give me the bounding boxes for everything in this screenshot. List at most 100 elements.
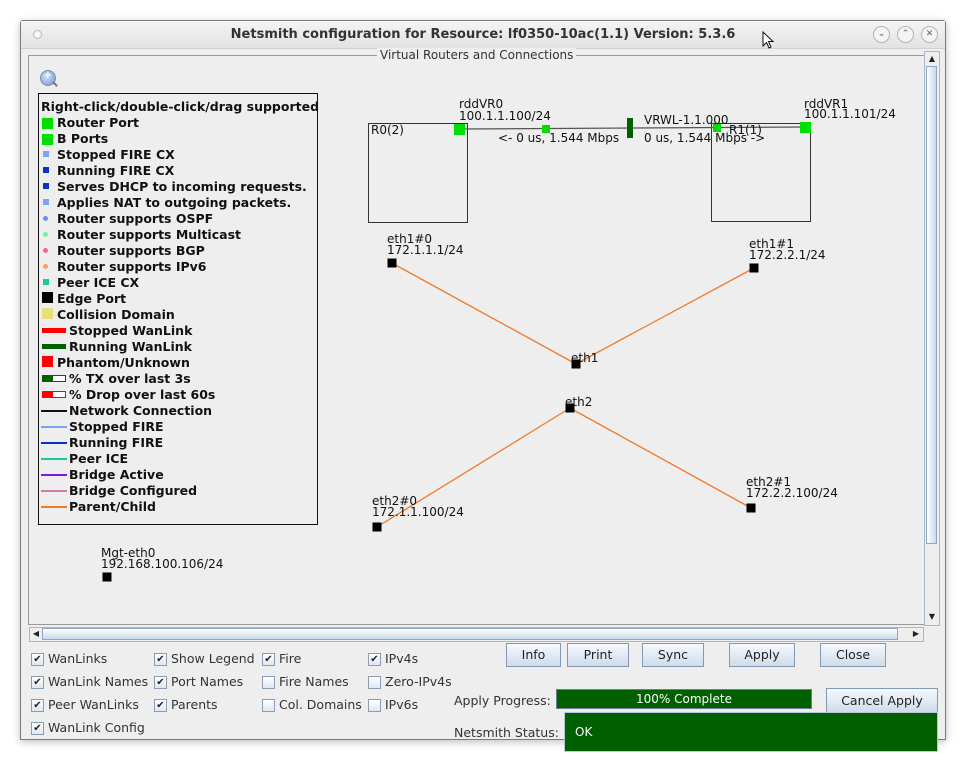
checkbox-label: Port Names: [171, 674, 244, 689]
checkbox-empty-icon[interactable]: [368, 699, 381, 712]
title-bar[interactable]: Netsmith configuration for Resource: lf0…: [21, 21, 945, 49]
apply-progress-bar: 100% Complete: [556, 689, 812, 709]
checkbox-label: Fire: [279, 651, 302, 666]
legend-swatch-icon: [41, 458, 67, 460]
legend-item-label: Phantom/Unknown: [57, 355, 190, 370]
apply-progress-label: Apply Progress:: [454, 693, 551, 708]
legend-item-label: % Drop over last 60s: [69, 387, 216, 402]
wanlink-stats-left: <- 0 us, 1.544 Mbps: [498, 131, 620, 145]
legend-item-label: Router Port: [57, 115, 139, 130]
checkbox-label: Show Legend: [171, 651, 255, 666]
checkbox-label: Parents: [171, 697, 218, 712]
checkmark-icon[interactable]: ✔: [154, 699, 167, 712]
cancel-apply-button[interactable]: Cancel Apply: [826, 688, 938, 713]
router-ip-label: 100.1.1.100/24: [459, 109, 551, 123]
legend-item-label: Router supports BGP: [57, 243, 205, 258]
info-button[interactable]: Info: [506, 643, 561, 667]
vertical-scroll-thumb[interactable]: [926, 66, 937, 544]
minimize-button[interactable]: ⌄: [873, 26, 890, 43]
legend-item-label: Router supports Multicast: [57, 227, 241, 242]
legend-swatch-icon: [42, 328, 66, 333]
legend-item-label: Running FIRE: [69, 435, 164, 450]
legend-swatch-icon: [41, 506, 67, 508]
netsmith-window: Netsmith configuration for Resource: lf0…: [20, 20, 946, 752]
checkmark-icon[interactable]: ✔: [154, 653, 167, 666]
legend-swatch-icon: [43, 199, 49, 205]
legend-swatch-icon: [42, 118, 53, 129]
legend-item-label: Router supports OSPF: [57, 211, 214, 226]
scroll-up-icon[interactable]: ▲: [926, 53, 938, 65]
checkmark-icon[interactable]: ✔: [31, 676, 44, 689]
legend-swatch-icon: [43, 248, 48, 253]
router-ip-label: 100.1.1.101/24: [804, 107, 896, 121]
legend-item-label: Parent/Child: [69, 499, 156, 514]
mouse-cursor-icon: [762, 31, 775, 49]
netsmith-status-value: OK: [564, 712, 938, 752]
legend-swatch-icon: [43, 151, 49, 157]
legend-item-label: Router supports IPv6: [57, 259, 207, 274]
close-window-button[interactable]: ✕: [921, 26, 938, 43]
checkbox-label: IPv6s: [385, 697, 419, 712]
legend-swatch-icon: [41, 474, 67, 476]
scroll-right-icon[interactable]: ▶: [910, 628, 922, 640]
checkbox-empty-icon[interactable]: [262, 676, 275, 689]
checkmark-icon[interactable]: ✔: [31, 653, 44, 666]
legend-item-label: Stopped WanLink: [69, 323, 193, 338]
legend-swatch-icon: [41, 410, 67, 412]
scroll-down-icon[interactable]: ▼: [926, 611, 938, 623]
print-button[interactable]: Print: [567, 643, 629, 667]
legend-swatch-icon: [43, 232, 48, 237]
router-box-label: R0(2): [371, 123, 404, 137]
legend-item-label: Collision Domain: [57, 307, 175, 322]
legend-swatch-icon: [42, 292, 53, 303]
zoom-in-icon[interactable]: +: [40, 70, 56, 86]
checkmark-icon[interactable]: ✔: [31, 722, 44, 735]
checkbox-empty-icon[interactable]: [262, 699, 275, 712]
legend-swatch-icon: [42, 344, 66, 349]
legend-swatch-icon: [43, 167, 49, 173]
checkmark-icon[interactable]: ✔: [154, 676, 167, 689]
legend[interactable]: Right-click/double-click/drag supported …: [38, 93, 319, 525]
legend-swatch-icon: [43, 183, 49, 189]
checkbox-label: Col. Domains: [279, 697, 362, 712]
vertical-scrollbar[interactable]: ▲ ▼: [924, 51, 940, 626]
legend-item-label: Bridge Active: [69, 467, 164, 482]
wanlink-stats-right: 0 us, 1.544 Mbps ->: [644, 131, 766, 145]
legend-swatch-icon: [42, 391, 66, 398]
legend-item-label: % TX over last 3s: [69, 371, 191, 386]
checkbox-label: WanLink Config: [48, 720, 145, 735]
close-button[interactable]: Close: [820, 643, 886, 667]
checkmark-icon[interactable]: ✔: [31, 699, 44, 712]
legend-item-label: Peer ICE: [69, 451, 128, 466]
scroll-left-icon[interactable]: ◀: [30, 628, 42, 640]
port-ip-label: 192.168.100.106/24: [101, 557, 224, 571]
horizontal-scrollbar[interactable]: ◀ ▶: [29, 627, 924, 642]
sync-button[interactable]: Sync: [642, 643, 704, 667]
port-ip-label: 172.1.1.100/24: [372, 505, 464, 519]
checkbox-label: Zero-IPv4s: [385, 674, 452, 689]
checkmark-icon[interactable]: ✔: [262, 653, 275, 666]
checkmark-icon[interactable]: ✔: [368, 653, 381, 666]
legend-item-label: Stopped FIRE: [69, 419, 164, 434]
wanlink-name-label[interactable]: VRWL-1.1.000: [644, 114, 729, 126]
port-name-label: eth2: [565, 395, 593, 409]
legend-item-label: Running FIRE CX: [57, 163, 175, 178]
legend-swatch-icon: [42, 356, 53, 367]
legend-swatch-icon: [43, 216, 48, 221]
panel-title: Virtual Routers and Connections: [377, 48, 577, 62]
legend-item-label: B Ports: [57, 131, 109, 146]
horizontal-scroll-thumb[interactable]: [42, 628, 898, 640]
legend-swatch-icon: [42, 375, 66, 382]
checkbox-label: Fire Names: [279, 674, 349, 689]
legend-swatch-icon: [42, 308, 53, 319]
legend-swatch-icon: [43, 279, 49, 285]
legend-item-label: Applies NAT to outgoing packets.: [57, 195, 292, 210]
checkbox-label: WanLink Names: [48, 674, 149, 689]
legend-item-label: Running WanLink: [69, 339, 192, 354]
legend-item-label: Peer ICE CX: [57, 275, 140, 290]
checkbox-empty-icon[interactable]: [368, 676, 381, 689]
maximize-button[interactable]: ⌃: [897, 26, 914, 43]
legend-swatch-icon: [42, 134, 53, 145]
apply-button[interactable]: Apply: [729, 643, 795, 667]
controls-area: ✔ WanLinks ✔ WanLink Names ✔ Peer WanLinks ✔ Wa…: [21, 643, 945, 752]
